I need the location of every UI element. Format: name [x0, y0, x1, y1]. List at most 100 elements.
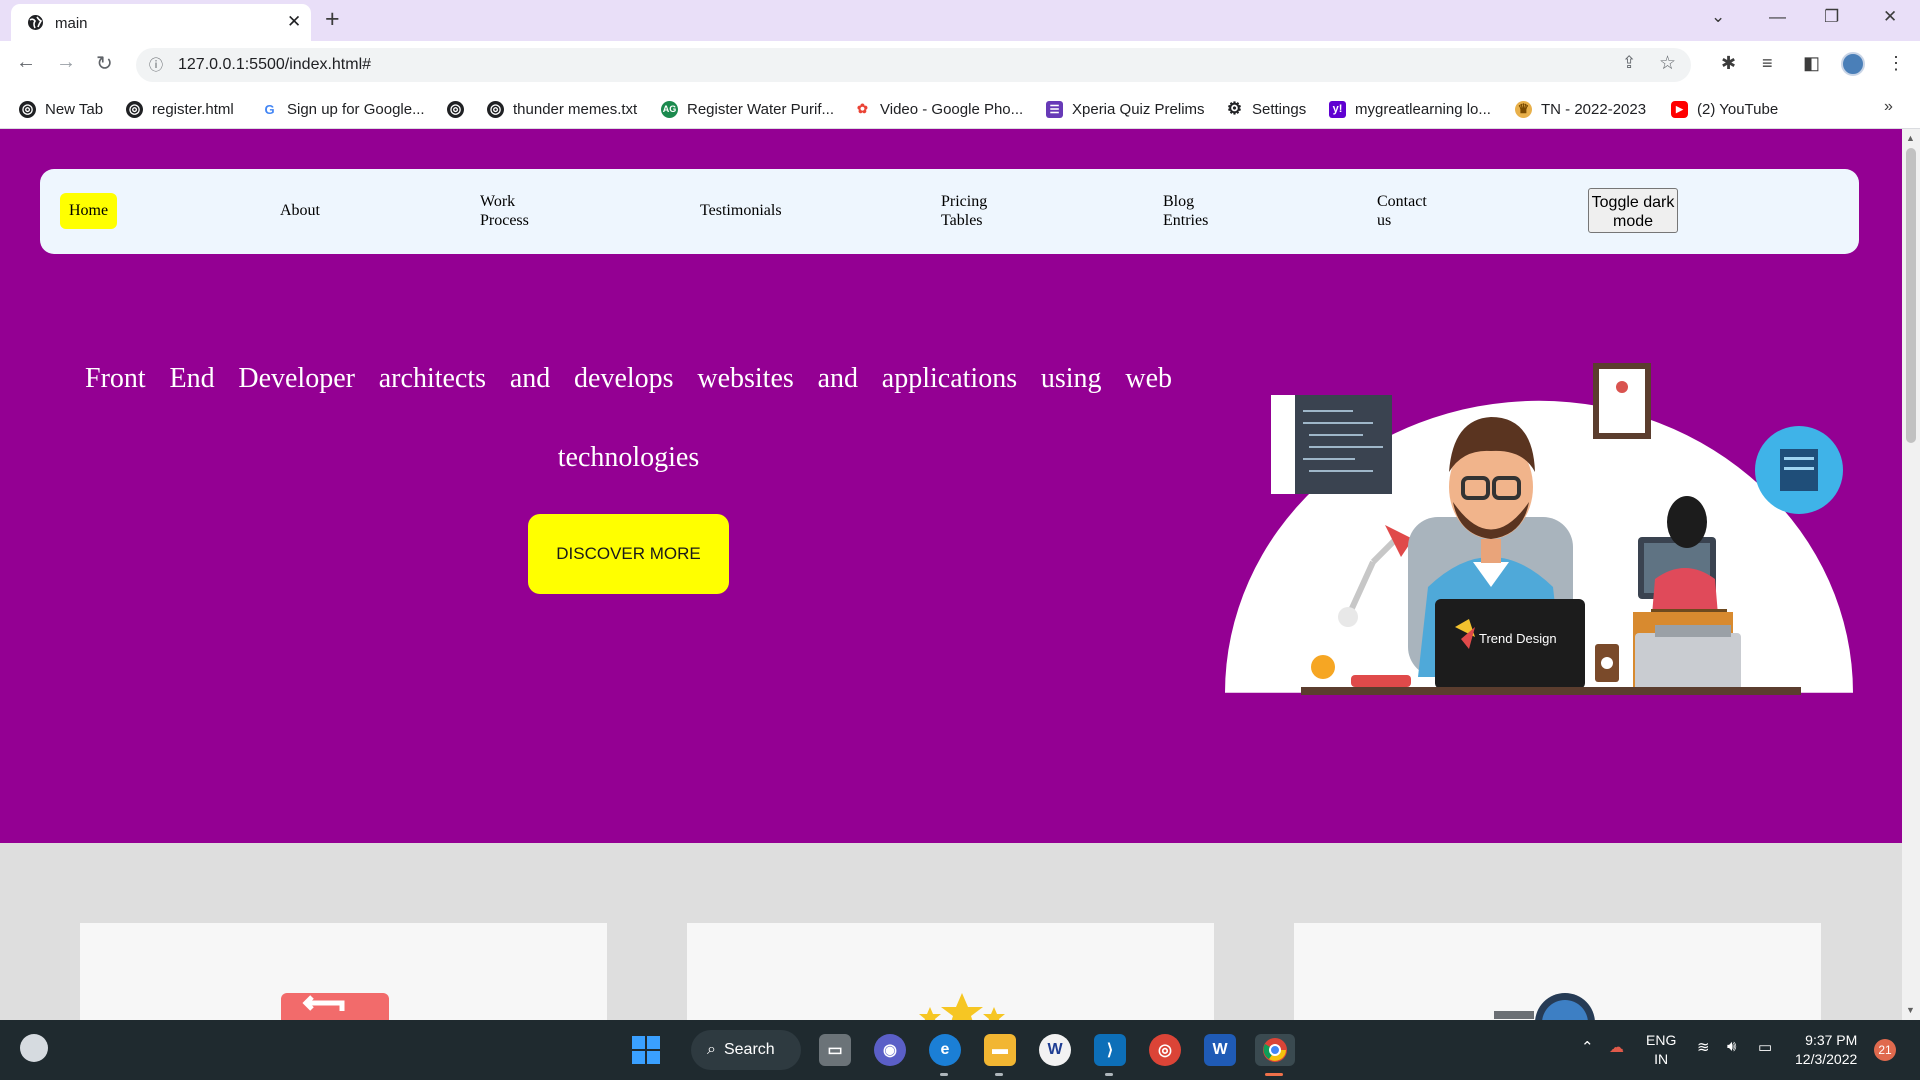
toggle-dark-mode-button[interactable]: Toggle dark mode	[1588, 188, 1678, 233]
site-navbar: Home About Work Process Testimonials Pri…	[40, 169, 1859, 254]
nav-testimonials[interactable]: Testimonials	[700, 201, 782, 220]
yahoo-icon: y!	[1329, 100, 1346, 118]
emblem-icon: ♛	[1515, 100, 1532, 118]
google-photos-icon: ✿	[857, 101, 868, 116]
bookmark-globe[interactable]: ◎	[447, 98, 464, 120]
bookmark-google-photos[interactable]: ✿ Video - Google Pho...	[854, 98, 1023, 120]
globe-icon: ◎	[126, 100, 143, 118]
media-controls-icon[interactable]: ≡	[1762, 53, 1773, 74]
extensions-puzzle-icon[interactable]: ✱	[1721, 53, 1736, 74]
more-bookmarks-chevron-icon[interactable]: »	[1884, 98, 1893, 116]
minimize-button[interactable]: —	[1769, 7, 1786, 27]
word-icon[interactable]: W	[1204, 1034, 1236, 1066]
restore-button[interactable]: ❐	[1824, 7, 1839, 27]
page-scrollbar[interactable]: ▲ ▼	[1902, 129, 1920, 1020]
reload-button[interactable]: ↻	[96, 51, 113, 76]
bookmark-new-tab[interactable]: ◎ New Tab	[19, 98, 103, 120]
browser-tab-main[interactable]: main ✕	[11, 4, 311, 41]
edge-icon[interactable]: e	[929, 1034, 961, 1066]
windows-taskbar: ⌕ Search ▭ ◉ e ▬ W ⟩ ◎ W ⌃ ☁ ENG IN ≋ 🔊︎…	[0, 1020, 1920, 1080]
chrome-active-icon[interactable]	[1255, 1034, 1295, 1066]
notification-badge[interactable]: 21	[1874, 1039, 1896, 1061]
bookmarks-bar: ◎ New Tab ◎ register.html G Sign up for …	[0, 89, 1920, 129]
taskbar-search-button[interactable]: ⌕ Search	[691, 1030, 801, 1070]
vscode-icon[interactable]: ⟩	[1094, 1034, 1126, 1066]
scroll-down-arrow-icon[interactable]: ▼	[1906, 1005, 1915, 1015]
bookmark-thunder-memes[interactable]: ◎ thunder memes.txt	[487, 98, 637, 120]
aquaguard-icon: AG	[661, 100, 678, 118]
feature-card	[687, 923, 1214, 1020]
feature-card	[1294, 923, 1821, 1020]
bookmark-google-signup[interactable]: G Sign up for Google...	[261, 98, 424, 120]
bookmark-xperia-quiz[interactable]: ☰ Xperia Quiz Prelims	[1046, 98, 1205, 120]
nav-work-process[interactable]: Work Process	[480, 192, 540, 230]
laptop-logo-text: Trend Design	[1479, 631, 1557, 646]
nav-pricing-tables[interactable]: Pricing Tables	[941, 192, 1001, 230]
wps-app-icon[interactable]: W	[1039, 1034, 1071, 1066]
globe-icon: ◎	[487, 100, 504, 118]
task-view-icon[interactable]: ▭	[819, 1034, 851, 1066]
close-window-button[interactable]: ✕	[1883, 7, 1897, 27]
tab-search-chevron-icon[interactable]: ⌄	[1711, 7, 1725, 27]
tab-title: main	[55, 15, 88, 32]
bookmark-star-icon[interactable]: ☆	[1659, 52, 1676, 75]
stars-icon	[919, 993, 1005, 1020]
wifi-icon[interactable]: ≋	[1697, 1038, 1710, 1056]
search-icon: ⌕	[707, 1041, 716, 1058]
youtube-icon: ▶	[1671, 100, 1688, 118]
features-section	[0, 843, 1902, 1020]
scroll-up-arrow-icon[interactable]: ▲	[1906, 133, 1915, 143]
bookmark-register[interactable]: ◎ register.html	[126, 98, 234, 120]
nav-home[interactable]: Home	[60, 193, 118, 229]
chrome-icon[interactable]: ◎	[1149, 1034, 1181, 1066]
nav-about[interactable]: About	[280, 201, 320, 220]
site-info-icon[interactable]: ⓘ	[149, 55, 163, 75]
forms-icon: ☰	[1046, 100, 1063, 118]
address-bar[interactable]: ⓘ 127.0.0.1:5500/index.html# ⇪ ☆	[136, 48, 1691, 82]
scrollbar-thumb[interactable]	[1906, 148, 1916, 443]
exchange-icon	[281, 993, 389, 1020]
hero-section: Home About Work Process Testimonials Pri…	[0, 129, 1902, 843]
language-indicator[interactable]: ENG IN	[1646, 1031, 1676, 1069]
volume-icon[interactable]: 🔊︎	[1727, 1038, 1736, 1055]
menu-kebab-icon[interactable]: ⋮	[1887, 53, 1905, 74]
explorer-running-indicator	[995, 1073, 1003, 1076]
edge-running-indicator	[940, 1073, 948, 1076]
search-magnifier-icon	[1494, 993, 1595, 1020]
globe-icon	[27, 14, 44, 36]
profile-avatar[interactable]	[1841, 52, 1865, 76]
globe-icon: ◎	[447, 100, 464, 118]
page-viewport: Home About Work Process Testimonials Pri…	[0, 129, 1902, 1020]
nav-blog-entries[interactable]: Blog Entries	[1163, 192, 1223, 230]
bookmark-water-purifier[interactable]: AG Register Water Purif...	[661, 98, 834, 120]
globe-icon: ◎	[19, 100, 36, 118]
gear-icon: ⚙	[1226, 99, 1243, 118]
chrome-active-indicator	[1265, 1073, 1283, 1076]
forward-button[interactable]: →	[56, 51, 76, 74]
bookmark-mygreatlearning[interactable]: y! mygreatlearning lo...	[1329, 98, 1491, 120]
weather-widget-icon[interactable]	[20, 1034, 48, 1062]
back-button[interactable]: ←	[16, 51, 36, 74]
file-explorer-icon[interactable]: ▬	[984, 1034, 1016, 1066]
bookmark-youtube[interactable]: ▶ (2) YouTube	[1671, 98, 1778, 120]
new-tab-button[interactable]: +	[325, 5, 340, 34]
discover-more-button[interactable]: DISCOVER MORE	[528, 514, 729, 594]
nav-contact-us[interactable]: Contact us	[1377, 192, 1439, 230]
battery-icon[interactable]: ▭	[1758, 1038, 1772, 1056]
hero-headline: Front End Developer architects and devel…	[85, 363, 1172, 473]
tab-strip: main ✕ + ⌄ — ❐ ✕	[0, 0, 1920, 41]
vscode-running-indicator	[1105, 1073, 1113, 1076]
google-icon: G	[264, 101, 275, 117]
teams-chat-icon[interactable]: ◉	[874, 1034, 906, 1066]
onedrive-error-icon[interactable]: ☁	[1609, 1038, 1624, 1056]
start-windows-icon[interactable]	[630, 1034, 662, 1066]
bookmark-tn[interactable]: ♛ TN - 2022-2023	[1515, 98, 1646, 120]
show-hidden-icons-chevron[interactable]: ⌃	[1581, 1038, 1594, 1056]
clock[interactable]: 9:37 PM 12/3/2022	[1795, 1031, 1857, 1069]
feature-card	[80, 923, 607, 1020]
share-icon[interactable]: ⇪	[1622, 53, 1636, 73]
browser-toolbar: ← → ↻ ⓘ 127.0.0.1:5500/index.html# ⇪ ☆ ✱…	[0, 41, 1920, 89]
side-panel-icon[interactable]: ◧	[1803, 53, 1820, 74]
close-tab-icon[interactable]: ✕	[287, 12, 301, 32]
bookmark-settings[interactable]: ⚙ Settings	[1226, 98, 1306, 120]
